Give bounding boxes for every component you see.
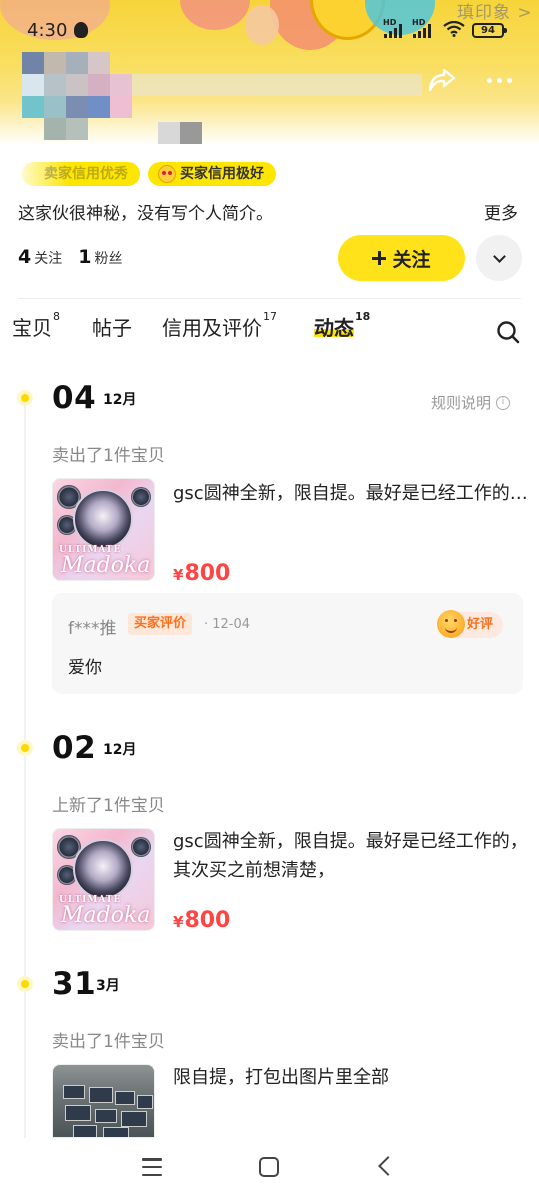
profile-page: 4:30 HD HD 94 瑱印象 > 卖家信用优秀 买家信用极好 这家伙很神秘… [0, 0, 539, 1199]
nickname [132, 74, 422, 104]
more-actions-button[interactable] [476, 235, 522, 281]
currency-symbol: ¥ [173, 566, 184, 584]
price-value: 800 [184, 908, 231, 933]
rules-label: 规则说明 [431, 394, 492, 412]
currency-symbol: ¥ [173, 913, 184, 931]
status-time: 4:30 [27, 20, 68, 41]
user-id [158, 122, 204, 144]
home-icon[interactable] [259, 1157, 279, 1177]
bio-more-link[interactable]: 更多 [484, 199, 518, 224]
plus-icon [372, 251, 387, 265]
event-day: 04 [52, 380, 97, 416]
tab-activity-count: 18 [355, 310, 371, 323]
event-label: 卖出了1件宝贝 [52, 446, 165, 466]
event-day: 31 [52, 966, 97, 1002]
tab-items[interactable]: 宝贝8 [12, 310, 60, 341]
following-stat[interactable]: 4 关注 [18, 246, 62, 268]
event-label: 上新了1件宝贝 [52, 796, 165, 816]
following-label: 关注 [34, 251, 63, 267]
credit-badges: 卖家信用优秀 买家信用极好 [22, 162, 276, 186]
buyer-credit-badge[interactable]: 买家信用极好 [148, 162, 276, 186]
tab-credit-count: 17 [263, 310, 277, 323]
signal-icon [384, 22, 402, 38]
buyer-credit-label: 买家信用极好 [180, 166, 264, 182]
review-card[interactable]: f***推 买家评价 · 12-04 好评 爱你 [52, 593, 523, 694]
timeline-dot [17, 740, 33, 756]
item-thumbnail[interactable] [52, 1064, 155, 1138]
share-icon[interactable] [426, 64, 458, 96]
battery-icon: 94 [472, 23, 507, 38]
item-title[interactable]: 限自提，打包出图片里全部 [173, 1063, 528, 1092]
tab-credit-label: 信用及评价 [162, 316, 262, 340]
rating-badge: 好评 [437, 610, 504, 638]
review-text: 爱你 [68, 658, 102, 678]
back-icon[interactable] [378, 1156, 398, 1176]
rating-label: 好评 [467, 617, 494, 632]
follow-stats: 4 关注 1 粉丝 [18, 246, 122, 268]
tab-posts[interactable]: 帖子 [92, 312, 132, 341]
item-title[interactable]: gsc圆神全新，限自提。最好是已经工作的，其次买之前想清楚， [173, 827, 533, 885]
timeline-dot [17, 390, 33, 406]
event-month: 12月 [103, 742, 137, 758]
tab-posts-label: 帖子 [92, 316, 132, 340]
event-label: 卖出了1件宝贝 [52, 1032, 165, 1052]
timeline-line [24, 398, 26, 1138]
item-title[interactable]: gsc圆神全新，限自提。最好是已经工作的，其次买之前想清楚， [173, 479, 528, 508]
search-icon[interactable] [496, 320, 520, 344]
item-price: ¥800 [173, 908, 230, 933]
tab-items-count: 8 [53, 310, 60, 323]
signal-icon-2 [413, 22, 431, 38]
follow-label: 关注 [392, 248, 431, 271]
follow-button[interactable]: 关注 [338, 235, 465, 281]
following-count: 4 [18, 246, 32, 268]
reviewer-name: f***推 [68, 619, 117, 639]
tab-items-label: 宝贝 [12, 316, 52, 340]
event-month: 3月 [96, 978, 120, 994]
chevron-down-icon [492, 249, 506, 263]
followers-stat[interactable]: 1 粉丝 [78, 246, 122, 268]
review-date: · 12-04 [204, 617, 251, 632]
event-day: 02 [52, 730, 97, 766]
recent-apps-icon[interactable] [142, 1158, 162, 1176]
item-thumbnail[interactable]: ULTIMATE Madoka [52, 828, 155, 931]
review-type-tag: 买家评价 [128, 613, 193, 635]
smile-icon [437, 610, 465, 638]
event-month: 12月 [103, 392, 137, 408]
rules-link[interactable]: 规则说明 i [431, 392, 511, 413]
item-price: ¥800 [173, 561, 230, 586]
profile-bio: 这家伙很神秘，没有写个人简介。 [18, 204, 273, 224]
timeline-dot [17, 976, 33, 992]
followers-count: 1 [78, 246, 92, 268]
tab-activity-label: 动态 [314, 316, 354, 340]
seller-credit-badge[interactable]: 卖家信用优秀 [22, 162, 140, 186]
qq-app-icon [74, 22, 88, 38]
divider [18, 298, 521, 299]
thumb-text: Madoka [61, 903, 151, 928]
avatar[interactable] [22, 52, 132, 144]
info-icon: i [496, 395, 511, 410]
followers-label: 粉丝 [94, 251, 123, 267]
thumb-text: Madoka [61, 553, 151, 578]
more-icon[interactable] [482, 72, 516, 88]
tab-activity[interactable]: 动态18 [314, 310, 371, 341]
item-thumbnail[interactable]: ULTIMATE Madoka [52, 478, 155, 581]
heart-eyes-icon [158, 165, 176, 183]
tab-credit-reviews[interactable]: 信用及评价17 [162, 310, 277, 341]
price-value: 800 [184, 561, 231, 586]
profile-banner: 4:30 HD HD 94 瑱印象 > [0, 0, 539, 145]
system-nav-bar [0, 1138, 539, 1199]
watermark: 瑱印象 > [457, 3, 533, 23]
wifi-icon [443, 21, 465, 37]
